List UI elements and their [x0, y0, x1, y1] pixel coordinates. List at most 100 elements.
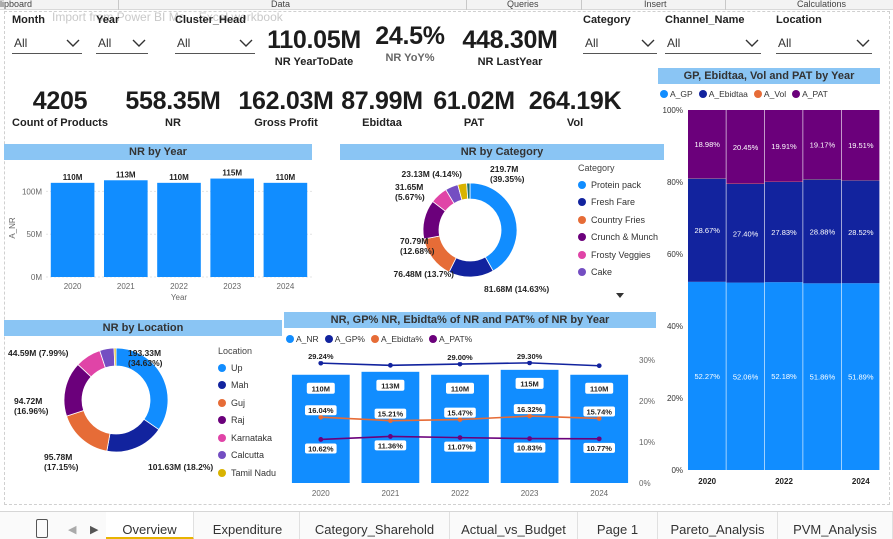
series-point[interactable]: [527, 360, 532, 366]
legend-item[interactable]: A_Ebidtaa: [698, 89, 748, 99]
tab-page-1[interactable]: Page 1: [578, 512, 658, 539]
y-tick-label: 40%: [667, 322, 683, 331]
series-point[interactable]: [318, 414, 324, 420]
slice[interactable]: [106, 418, 160, 453]
slice[interactable]: [113, 347, 117, 367]
tab-scroll-right-icon[interactable]: ▶: [90, 523, 98, 536]
slice-label: 76.48M (13.7%): [394, 269, 455, 279]
legend-item[interactable]: Mah: [218, 377, 280, 395]
kpi-pat-label: PAT: [463, 117, 485, 129]
tab-category-sharehold[interactable]: Category_Sharehold: [300, 512, 450, 539]
series-point[interactable]: [596, 436, 602, 442]
series-point[interactable]: [457, 417, 463, 422]
legend-item[interactable]: Tamil Nadu: [218, 464, 280, 482]
tab-pareto-analysis[interactable]: Pareto_Analysis: [658, 512, 778, 539]
legend-scroll-down-icon[interactable]: [616, 293, 624, 299]
combo-chart-title: NR, GP% NR, Ebidta% of NR and PAT% of NR…: [284, 312, 656, 328]
series-point[interactable]: [457, 361, 463, 367]
category-slicer[interactable]: Category All: [583, 14, 657, 56]
kpi-count-products-value: 4205: [32, 87, 88, 115]
series-point[interactable]: [388, 362, 393, 368]
nr-by-year-chart[interactable]: 0M 50M 100M A_NR 110M 2020 113M 2021 110M 2022 115…: [4, 160, 316, 308]
bar[interactable]: [50, 182, 95, 277]
nr-by-location-chart[interactable]: 193.33M (34.63%) 101.63M (18.2%) 95.78M (17.…: [4, 336, 218, 486]
legend-item[interactable]: Protein pack: [578, 176, 664, 194]
kpi-nr-yoy-value: 24.5%: [375, 22, 445, 50]
legend-swatch: [286, 335, 294, 343]
tab-expenditure[interactable]: Expenditure: [196, 512, 300, 539]
legend-swatch: [218, 381, 226, 390]
series-point[interactable]: [527, 436, 532, 441]
legend-item[interactable]: Country Fries: [578, 211, 664, 229]
nr-by-category-legend: Category Protein pack Fresh Fare Country F…: [578, 163, 664, 281]
series-point[interactable]: [388, 434, 393, 439]
slice[interactable]: [66, 410, 111, 452]
legend-item[interactable]: Frosty Veggies: [578, 246, 664, 264]
nr-by-category-chart[interactable]: 219.7M (39.35%) 81.68M (14.63%) 76.48M (13.…: [340, 160, 578, 308]
legend-item[interactable]: A_PAT%: [429, 334, 472, 344]
data-label: 110M: [63, 173, 83, 182]
series-point[interactable]: [596, 363, 602, 369]
bar[interactable]: [157, 182, 201, 277]
legend-swatch: [660, 90, 668, 98]
x-tick-label: 2020: [698, 477, 716, 486]
legend-swatch: [218, 398, 226, 407]
legend-item[interactable]: Fresh Fare: [578, 194, 664, 212]
bar[interactable]: [103, 180, 148, 277]
series-point[interactable]: [318, 360, 324, 366]
kpi-gross-profit-label: Gross Profit: [254, 117, 318, 129]
kpi-nr-ytd-value: 110.05M: [267, 26, 361, 54]
channel-name-dropdown[interactable]: All: [665, 34, 761, 54]
phone-layout-icon[interactable]: [36, 519, 48, 538]
legend-item[interactable]: Raj: [218, 412, 280, 430]
series-point[interactable]: [596, 416, 602, 421]
legend-item[interactable]: A_PAT: [792, 89, 828, 99]
kpi-ebidtaa-value: 87.99M: [341, 87, 423, 115]
legend-label: A_PAT%: [439, 334, 473, 344]
legend-item[interactable]: Calcutta: [218, 447, 280, 465]
cluster-head-dropdown[interactable]: All: [175, 34, 255, 54]
legend-item[interactable]: Up: [218, 359, 280, 377]
tab-overview[interactable]: Overview: [106, 512, 194, 539]
month-dropdown[interactable]: All: [12, 34, 82, 54]
legend-item[interactable]: Karnataka: [218, 429, 280, 447]
legend-item[interactable]: A_NR: [286, 334, 319, 344]
kpi-nr-lastyear-value: 448.30M: [462, 26, 558, 54]
combo-chart[interactable]: 0% 10% 20% 30% 110M 2020 113M 2021 110M 2022 115M 2…: [284, 346, 658, 502]
legend-item[interactable]: Guj: [218, 394, 280, 412]
data-label: 110M: [276, 173, 296, 182]
series-point[interactable]: [388, 418, 393, 424]
legend-item[interactable]: A_GP: [660, 89, 693, 99]
channel-name-slicer[interactable]: Channel_Name All: [665, 14, 761, 56]
legend-swatch: [218, 363, 226, 372]
stacked-chart[interactable]: 0% 20% 40% 60% 80% 100% 52.27% 28.67% 18.98% 52.0…: [658, 100, 890, 492]
legend-label: Frosty Veggies: [591, 249, 651, 260]
series-point[interactable]: [457, 435, 463, 441]
month-slicer[interactable]: Month All: [12, 14, 82, 56]
legend-item[interactable]: A_GP%: [324, 334, 365, 344]
slice[interactable]: [469, 182, 518, 272]
ribbon-calculations-label: Calculations: [797, 0, 847, 9]
bar[interactable]: [263, 182, 308, 277]
tab-scroll-left-icon[interactable]: ◀: [68, 523, 76, 536]
year-slicer[interactable]: Year All: [96, 14, 150, 56]
legend-item[interactable]: A_Ebidta%: [370, 334, 423, 344]
slice[interactable]: [448, 256, 494, 278]
location-dropdown[interactable]: All: [776, 34, 872, 54]
right-axis-tick: 20%: [639, 397, 655, 406]
series-point[interactable]: [527, 413, 532, 419]
legend-label: Fresh Fare: [591, 197, 636, 208]
series-point[interactable]: [318, 437, 324, 442]
bar[interactable]: [210, 178, 255, 277]
legend-item[interactable]: A_Vol: [753, 89, 786, 99]
cluster-head-slicer[interactable]: Cluster_Head All: [175, 14, 255, 56]
category-dropdown[interactable]: All: [583, 34, 657, 54]
legend-item[interactable]: Cake: [578, 264, 664, 282]
segment-label: 27.40%: [733, 229, 759, 238]
tab-actual-vs-budget[interactable]: Actual_vs_Budget: [450, 512, 578, 539]
legend-item[interactable]: Crunch & Munch: [578, 229, 664, 247]
year-dropdown[interactable]: All: [96, 34, 148, 54]
nr-by-category-title: NR by Category: [340, 144, 664, 160]
tab-pvm-analysis[interactable]: PVM_Analysis: [778, 512, 893, 539]
location-slicer[interactable]: Location All: [776, 14, 872, 56]
